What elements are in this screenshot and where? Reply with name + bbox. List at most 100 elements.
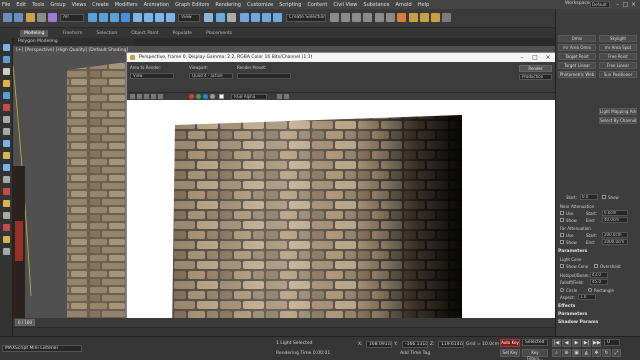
falloff-field[interactable]: 45.0 [590,279,608,285]
effects-rollout-header[interactable]: Effects [558,304,575,309]
tab-selection[interactable]: Selection [97,31,118,36]
viewport-label[interactable]: [+] [Perspective] [High Quality] [Defaul… [16,48,128,53]
sun-positioner-button[interactable]: Sun Positioner [599,71,637,78]
pan-icon[interactable]: ✥ [592,349,601,357]
render-close-icon[interactable]: × [543,53,553,62]
pivot-point-icon[interactable] [204,13,213,22]
camera-icon[interactable] [3,164,10,171]
prev-frame-icon[interactable]: ◀ [562,339,571,347]
near-show-checkbox[interactable] [560,218,564,222]
near-use-checkbox[interactable] [560,211,564,215]
render-production-icon[interactable] [431,13,440,22]
select-manipulate-icon[interactable] [216,13,225,22]
menu-animation[interactable]: Animation [144,2,170,8]
create-tab-icon[interactable] [3,44,10,51]
selection-filter-dropdown[interactable]: All [60,14,84,22]
move-icon[interactable] [133,13,142,22]
save-icon[interactable] [130,94,135,99]
tab-modeling[interactable]: Modeling [20,29,49,37]
viewport-select-dropdown[interactable]: Quad 4 - active [189,73,233,79]
isolate-icon[interactable] [3,224,10,231]
white-swatch-icon[interactable] [219,94,224,99]
menu-create[interactable]: Create [92,2,109,8]
production-dropdown[interactable]: Production [519,74,552,80]
close-icon[interactable]: × [630,1,637,8]
display-tab-icon[interactable] [3,92,10,99]
menu-content[interactable]: Content [307,2,327,8]
menu-civil-view[interactable]: Civil View [333,2,357,8]
render-maximize-icon[interactable]: □ [530,53,540,62]
menu-help[interactable]: Help [418,2,429,8]
undo-icon[interactable] [3,13,12,22]
utilities-tab-icon[interactable] [3,104,10,111]
display-all-icon[interactable] [3,188,10,195]
far-show-checkbox[interactable] [560,240,564,244]
rectangular-selection-icon[interactable] [110,13,119,22]
menu-substance[interactable]: Substance [363,2,389,8]
start-field[interactable]: 0.0 [580,194,598,200]
align-icon[interactable] [341,13,350,22]
bind-space-warp-icon[interactable] [48,13,57,22]
spinner-snap-icon[interactable] [273,13,282,22]
red-channel-icon[interactable] [189,94,194,99]
render-in-cloud-icon[interactable] [442,13,451,22]
modify-tab-icon[interactable] [3,56,10,63]
parameters-rollout-header-2[interactable]: Parameters [558,312,587,317]
goto-start-icon[interactable]: |◀ [552,339,561,347]
free-point-button[interactable]: Free Point [599,53,637,60]
circle-radio[interactable] [560,288,564,292]
add-time-tag-button[interactable]: Add Time Tag [400,351,430,356]
hotspot-field[interactable]: 43.0 [590,272,608,278]
scene-explorer-icon[interactable] [3,116,10,123]
menu-views[interactable]: Views [72,2,86,8]
sort-icon[interactable] [3,248,10,255]
mirror-icon[interactable] [330,13,339,22]
freeze-icon[interactable] [3,200,10,207]
layer-explorer-icon[interactable] [363,13,372,22]
rectangle-radio[interactable] [588,288,592,292]
overshoot-checkbox[interactable] [594,264,598,268]
workspace-dropdown[interactable]: Default [590,1,610,8]
snaps-toggle-icon[interactable] [240,13,249,22]
aspect-field[interactable]: 1.0 [578,294,596,300]
near-end-field[interactable]: 40.0cm [602,217,628,223]
filter-icon[interactable] [3,140,10,147]
select-by-channel-button[interactable]: Select By Channel [599,117,637,124]
far-end-field[interactable]: 2000.0cm [602,239,628,245]
maximize-viewport-icon[interactable]: ⤢ [612,349,621,357]
free-linear-button[interactable]: Free Linear [599,62,637,69]
selected-dropdown[interactable]: Selected [522,339,548,346]
hide-icon[interactable] [3,212,10,219]
redo-icon[interactable] [14,13,23,22]
angle-snap-icon[interactable] [251,13,260,22]
goto-end-icon[interactable]: ▶▶ [592,339,601,347]
save-image-icon[interactable] [277,94,282,99]
time-slider[interactable]: 0 / 100 [13,318,555,327]
lock-icon[interactable] [3,236,10,243]
menu-modifiers[interactable]: Modifiers [115,2,138,8]
ribbon-panel-label[interactable]: Polygon Modeling [14,38,134,46]
mr-area-spot-button[interactable]: mr Area Spot [599,44,637,51]
helper-icon[interactable] [3,176,10,183]
scale-icon[interactable] [155,13,164,22]
rotate-icon[interactable] [144,13,153,22]
menu-file[interactable]: File [2,2,10,8]
track-bar[interactable] [13,327,555,336]
far-start-field[interactable]: 200.0cm [602,232,628,238]
unlink-icon[interactable] [37,13,46,22]
x-coord-field[interactable]: 168.091cm [366,341,392,348]
clear-icon[interactable] [158,94,163,99]
minimize-icon[interactable]: – [614,1,621,8]
select-by-name-icon[interactable] [99,13,108,22]
tab-populate[interactable]: Populate [173,31,193,36]
skylight-button[interactable]: Skylight [599,35,637,42]
schematic-view-icon[interactable] [386,13,395,22]
percent-snap-icon[interactable] [262,13,271,22]
hierarchy-tab-icon[interactable] [3,68,10,75]
render-button[interactable]: Render [519,65,552,72]
play-icon[interactable]: ▶ [572,339,581,347]
link-icon[interactable] [26,13,35,22]
target-linear-button[interactable]: Target Linear [558,62,596,69]
maxscript-listener-field[interactable]: MAXScript Mini Listener [2,345,82,352]
light-mapping-add-button[interactable]: Light Mapping Add [599,108,637,115]
